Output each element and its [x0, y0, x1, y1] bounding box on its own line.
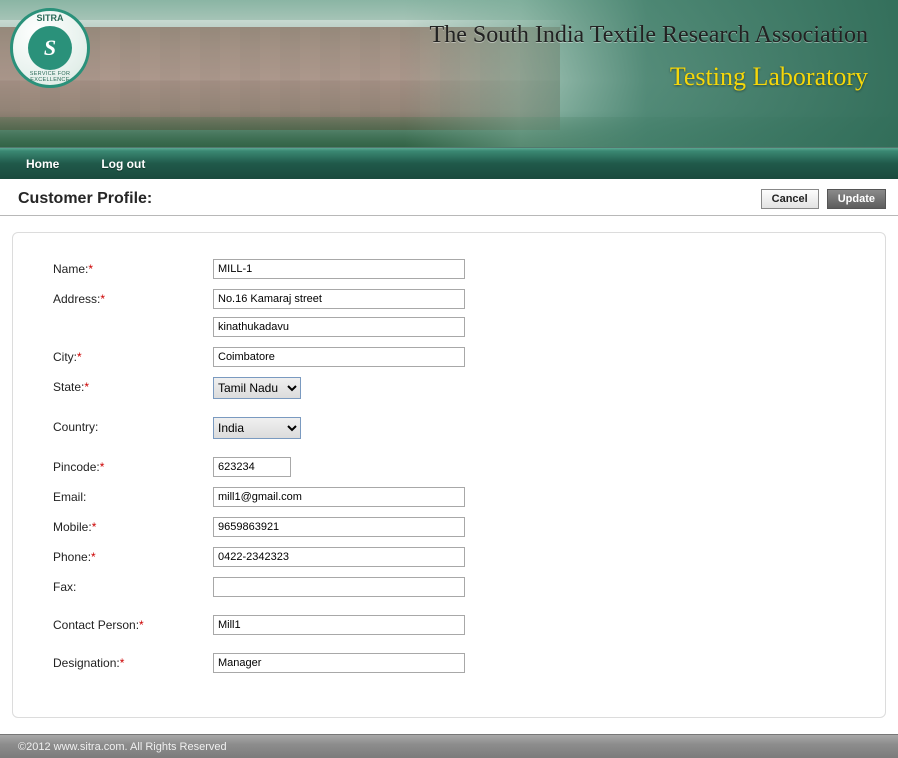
update-button[interactable]: Update: [827, 189, 886, 209]
banner: SITRA S SERVICE FOR EXCELLENCE The South…: [0, 0, 898, 147]
nav-home[interactable]: Home: [12, 157, 73, 171]
row-contact-person: Contact Person:*: [53, 615, 845, 635]
row-email: Email:: [53, 487, 845, 507]
logo-top-text: SITRA: [13, 13, 87, 23]
designation-field[interactable]: [213, 653, 465, 673]
page-title: Customer Profile:: [18, 190, 152, 208]
row-fax: Fax:: [53, 577, 845, 597]
title-actions: Cancel Update: [761, 189, 890, 209]
fax-field[interactable]: [213, 577, 465, 597]
name-field[interactable]: [213, 259, 465, 279]
row-address: Address:*: [53, 289, 845, 337]
label-state: State:*: [53, 377, 213, 394]
label-country: Country:: [53, 417, 213, 434]
label-name: Name:*: [53, 259, 213, 276]
main-nav: Home Log out: [0, 147, 898, 179]
profile-form-panel: Name:* Address:* City:* State:* Tamil Na…: [12, 232, 886, 718]
label-fax: Fax:: [53, 577, 213, 594]
row-name: Name:*: [53, 259, 845, 279]
nav-logout[interactable]: Log out: [87, 157, 159, 171]
label-phone: Phone:*: [53, 547, 213, 564]
contact-person-field[interactable]: [213, 615, 465, 635]
row-state: State:* Tamil Nadu: [53, 377, 845, 399]
logo-letter: S: [44, 35, 56, 61]
address1-field[interactable]: [213, 289, 465, 309]
label-city: City:*: [53, 347, 213, 364]
row-phone: Phone:*: [53, 547, 845, 567]
footer: ©2012 www.sitra.com. All Rights Reserved: [0, 734, 898, 758]
email-field[interactable]: [213, 487, 465, 507]
label-mobile: Mobile:*: [53, 517, 213, 534]
cancel-button[interactable]: Cancel: [761, 189, 819, 209]
row-country: Country: India: [53, 417, 845, 439]
label-designation: Designation:*: [53, 653, 213, 670]
logo-bottom-text: SERVICE FOR EXCELLENCE: [13, 71, 87, 83]
city-field[interactable]: [213, 347, 465, 367]
label-contact-person: Contact Person:*: [53, 615, 213, 632]
address2-field[interactable]: [213, 317, 465, 337]
pincode-field[interactable]: [213, 457, 291, 477]
label-pincode: Pincode:*: [53, 457, 213, 474]
mobile-field[interactable]: [213, 517, 465, 537]
org-subtitle: Testing Laboratory: [670, 62, 868, 92]
phone-field[interactable]: [213, 547, 465, 567]
page-title-bar: Customer Profile: Cancel Update: [0, 179, 898, 216]
row-mobile: Mobile:*: [53, 517, 845, 537]
footer-text: ©2012 www.sitra.com. All Rights Reserved: [18, 741, 227, 753]
country-select[interactable]: India: [213, 417, 301, 439]
logo-mark: S: [28, 26, 72, 70]
label-address: Address:*: [53, 289, 213, 306]
sitra-logo: SITRA S SERVICE FOR EXCELLENCE: [10, 8, 90, 88]
row-designation: Designation:*: [53, 653, 845, 673]
org-title: The South India Textile Research Associa…: [430, 22, 868, 49]
row-pincode: Pincode:*: [53, 457, 845, 477]
state-select[interactable]: Tamil Nadu: [213, 377, 301, 399]
label-email: Email:: [53, 487, 213, 504]
row-city: City:*: [53, 347, 845, 367]
